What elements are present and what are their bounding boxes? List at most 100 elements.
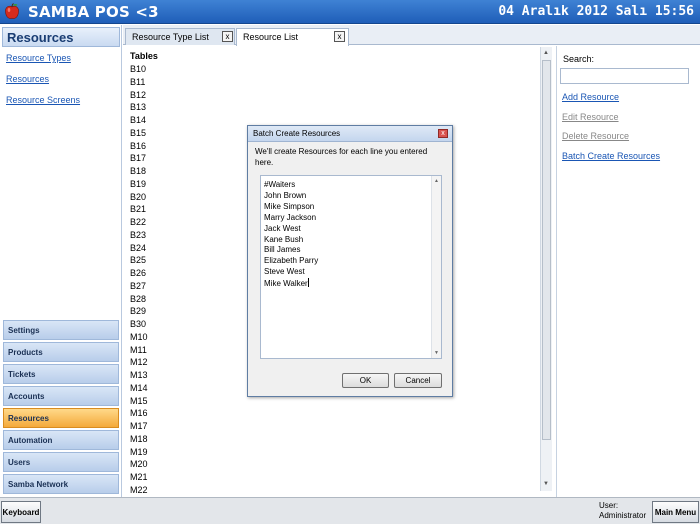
nav-samba-network[interactable]: Samba Network xyxy=(3,474,119,494)
user-label: User: xyxy=(599,501,619,510)
add-resource-link[interactable]: Add Resource xyxy=(562,92,619,102)
scroll-up-icon[interactable]: ▲ xyxy=(434,178,439,184)
list-item[interactable]: B29 xyxy=(130,305,148,318)
link-resource-types[interactable]: Resource Types xyxy=(6,53,71,63)
textarea-line: Elizabeth Parry xyxy=(264,256,318,265)
list-item[interactable]: B21 xyxy=(130,203,148,216)
nav-tickets[interactable]: Tickets xyxy=(3,364,119,384)
nav-label: Settings xyxy=(8,326,40,335)
textarea-line: John Brown xyxy=(264,191,306,200)
nav-accounts[interactable]: Accounts xyxy=(3,386,119,406)
list-item[interactable]: B30 xyxy=(130,318,148,331)
list-item[interactable]: B17 xyxy=(130,152,148,165)
sidebar-header: Resources xyxy=(2,27,120,47)
list-item[interactable]: B18 xyxy=(130,165,148,178)
list-item[interactable]: B22 xyxy=(130,216,148,229)
list-scrollbar[interactable]: ▲ ▼ xyxy=(540,47,552,491)
list-item[interactable]: B15 xyxy=(130,127,148,140)
list-item[interactable]: B10 xyxy=(130,63,148,76)
nav-resources[interactable]: Resources xyxy=(3,408,119,428)
close-icon[interactable]: x xyxy=(334,31,345,42)
list-item[interactable]: M11 xyxy=(130,344,148,357)
scroll-thumb[interactable] xyxy=(542,60,551,440)
textarea-line: Mike Walker xyxy=(264,278,309,288)
tab-resource-type-list[interactable]: Resource Type List x xyxy=(125,28,235,45)
nav-label: Resources xyxy=(8,414,49,423)
sidebar-title: Resources xyxy=(7,30,74,45)
nav-products[interactable]: Products xyxy=(3,342,119,362)
link-resource-screens[interactable]: Resource Screens xyxy=(6,95,80,105)
list-item[interactable]: M12 xyxy=(130,356,148,369)
textarea-line-text: #Waiters xyxy=(264,180,296,189)
list-item[interactable]: M13 xyxy=(130,369,148,382)
search-label: Search: xyxy=(563,54,595,64)
close-icon[interactable]: x xyxy=(222,31,233,42)
list-item[interactable]: M20 xyxy=(130,458,148,471)
list-item[interactable]: B25 xyxy=(130,254,148,267)
scroll-down-icon[interactable]: ▼ xyxy=(434,350,439,356)
textarea-line: Jack West xyxy=(264,224,301,233)
nav-users[interactable]: Users xyxy=(3,452,119,472)
list-item[interactable]: M22 xyxy=(130,484,148,497)
nav-label: Samba Network xyxy=(8,480,69,489)
main-menu-button[interactable]: Main Menu xyxy=(652,501,699,523)
textarea-line: Bill James xyxy=(264,245,300,254)
resource-list: B10 B11 B12 B13 B14 B15 B16 B17 B18 B19 B20 B21 B22 B… xyxy=(130,63,148,497)
nav-label: Tickets xyxy=(8,370,36,379)
list-item[interactable]: M16 xyxy=(130,407,148,420)
main-menu-button-label: Main Menu xyxy=(654,508,697,517)
list-item[interactable]: M18 xyxy=(130,433,148,446)
list-item[interactable]: M14 xyxy=(130,382,148,395)
close-icon[interactable]: x xyxy=(438,129,448,138)
list-item[interactable]: M17 xyxy=(130,420,148,433)
textarea-line-text: Steve West xyxy=(264,267,305,277)
list-item[interactable]: B23 xyxy=(130,229,148,242)
batch-create-dialog: Batch Create Resources x We'll create Re… xyxy=(247,125,453,397)
list-item[interactable]: B16 xyxy=(130,140,148,153)
dialog-title-bar: Batch Create Resources x xyxy=(248,126,452,142)
list-item[interactable]: M15 xyxy=(130,395,148,408)
nav-label: Accounts xyxy=(8,392,45,401)
list-item[interactable]: B14 xyxy=(130,114,148,127)
clock: 04 Aralık 2012 Salı 15:56 xyxy=(498,4,694,19)
search-input[interactable] xyxy=(560,68,689,84)
textarea-line-text: John Brown xyxy=(264,190,307,200)
list-item[interactable]: B26 xyxy=(130,267,148,280)
list-item[interactable]: B13 xyxy=(130,101,148,114)
keyboard-button[interactable]: Keyboard xyxy=(1,501,41,523)
textarea-scrollbar[interactable]: ▲ ▼ xyxy=(431,176,441,358)
batch-create-resources-link[interactable]: Batch Create Resources xyxy=(562,151,660,161)
link-resources[interactable]: Resources xyxy=(6,74,49,84)
textarea-line: Steve West xyxy=(264,267,305,276)
scroll-down-icon[interactable]: ▼ xyxy=(543,481,549,487)
ok-button[interactable]: OK xyxy=(342,373,389,388)
nav-automation[interactable]: Automation xyxy=(3,430,119,450)
resource-names-textarea[interactable]: ▲ ▼ #Waiters John Brown Mike Simpson Marry … xyxy=(260,175,442,359)
list-item[interactable]: B11 xyxy=(130,76,148,89)
list-item[interactable]: B12 xyxy=(130,89,148,102)
list-item[interactable]: B28 xyxy=(130,293,148,306)
nav-label: Users xyxy=(8,458,31,467)
edit-resource-link[interactable]: Edit Resource xyxy=(562,112,619,122)
textarea-line-text: Kane Bush xyxy=(264,234,304,244)
tab-resource-list[interactable]: Resource List x xyxy=(236,28,349,46)
textarea-line: Kane Bush xyxy=(264,235,303,244)
nav-label: Products xyxy=(8,348,43,357)
app-title: SAMBA POS <3 xyxy=(28,3,159,21)
list-item[interactable]: M21 xyxy=(130,471,148,484)
cancel-button-label: Cancel xyxy=(405,376,431,385)
list-item[interactable]: M10 xyxy=(130,331,148,344)
list-item[interactable]: B27 xyxy=(130,280,148,293)
nav-settings[interactable]: Settings xyxy=(3,320,119,340)
delete-resource-link[interactable]: Delete Resource xyxy=(562,131,629,141)
list-item[interactable]: B20 xyxy=(130,191,148,204)
scroll-up-icon[interactable]: ▲ xyxy=(543,50,549,56)
cancel-button[interactable]: Cancel xyxy=(394,373,442,388)
list-item[interactable]: M19 xyxy=(130,446,148,459)
user-name: Administrator xyxy=(599,511,647,520)
textarea-line-text: Bill James xyxy=(264,245,301,255)
tab-label: Resource Type List xyxy=(132,32,209,42)
list-item[interactable]: B19 xyxy=(130,178,148,191)
dialog-message: We'll create Resources for each line you… xyxy=(255,147,428,167)
list-item[interactable]: B24 xyxy=(130,242,148,255)
